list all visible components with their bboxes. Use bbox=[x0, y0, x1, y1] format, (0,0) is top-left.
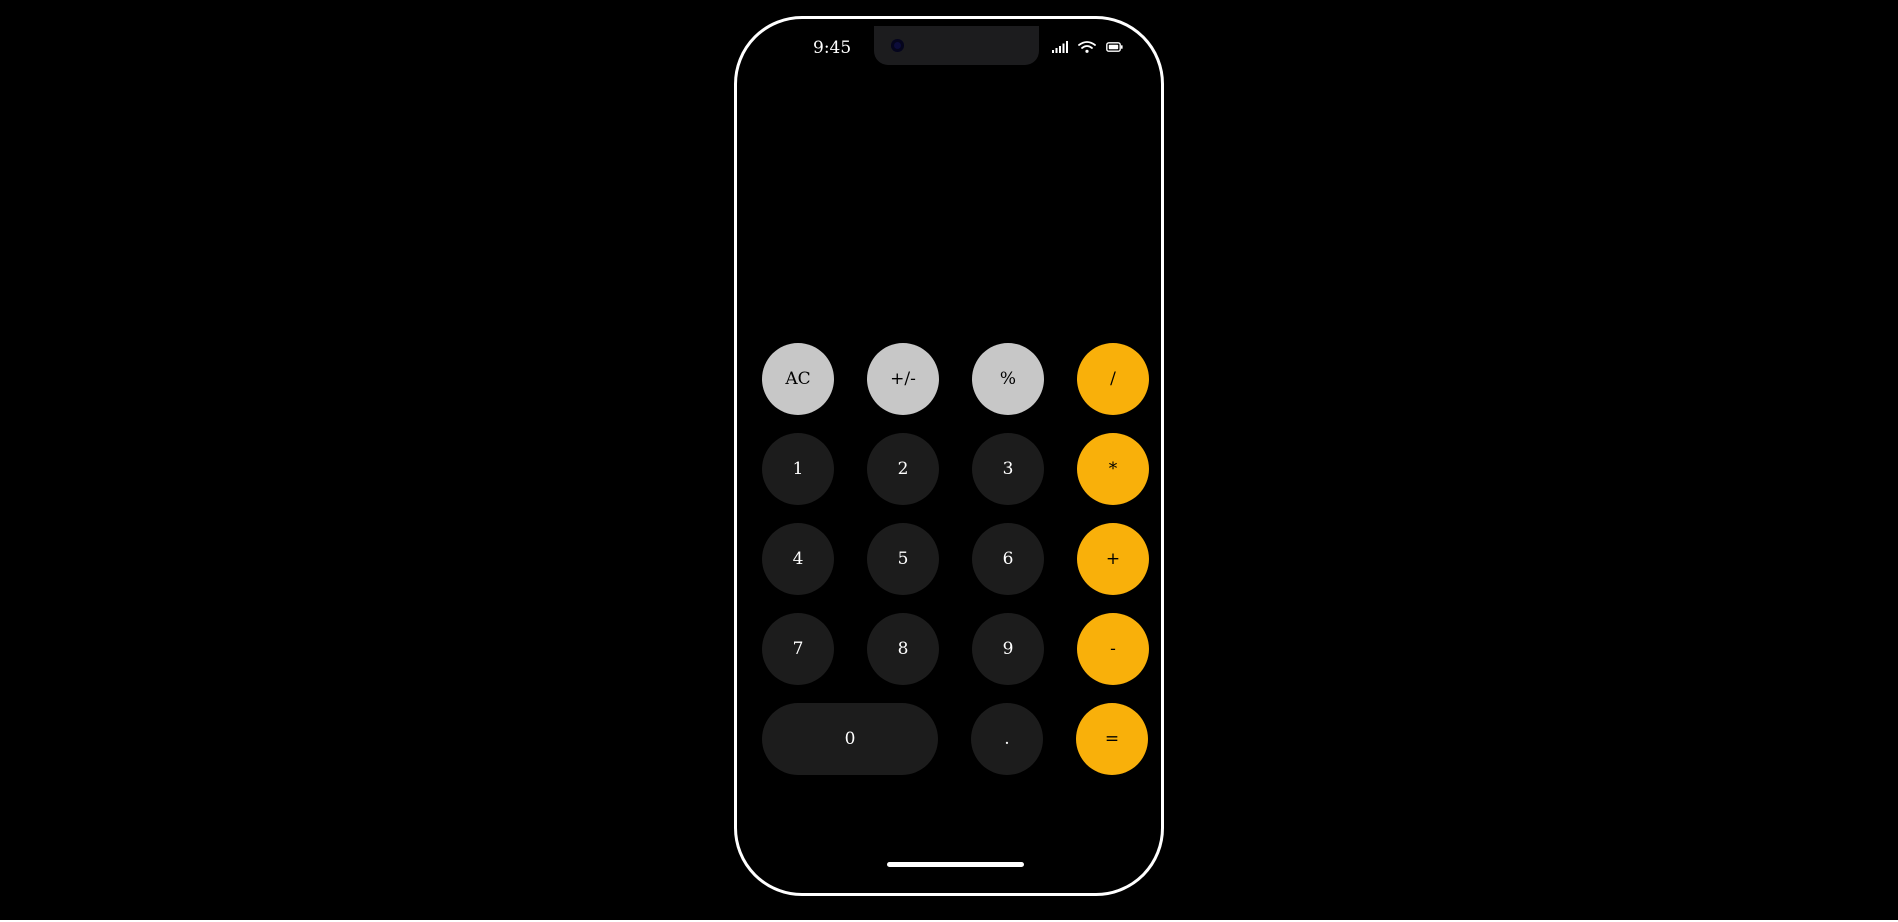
dynamic-island bbox=[874, 26, 1039, 65]
digit-7-button[interactable]: 7 bbox=[762, 613, 834, 685]
percent-button[interactable]: % bbox=[972, 343, 1044, 415]
phone-frame: 9:45 AC +/- % / 1 2 3 * 4 5 6 + 7 8 9 - … bbox=[734, 16, 1164, 896]
all-clear-button[interactable]: AC bbox=[762, 343, 834, 415]
equals-button[interactable]: = bbox=[1076, 703, 1148, 775]
add-button[interactable]: + bbox=[1077, 523, 1149, 595]
digit-9-button[interactable]: 9 bbox=[972, 613, 1044, 685]
digit-3-button[interactable]: 3 bbox=[972, 433, 1044, 505]
wifi-icon bbox=[1078, 41, 1096, 53]
status-time: 9:45 bbox=[813, 38, 852, 58]
digit-1-button[interactable]: 1 bbox=[762, 433, 834, 505]
signal-icon bbox=[1052, 41, 1068, 53]
toggle-sign-button[interactable]: +/- bbox=[867, 343, 939, 415]
page: 9:45 AC +/- % / 1 2 3 * 4 5 6 + 7 8 9 - … bbox=[0, 0, 1898, 922]
digit-2-button[interactable]: 2 bbox=[867, 433, 939, 505]
subtract-button[interactable]: - bbox=[1077, 613, 1149, 685]
digit-8-button[interactable]: 8 bbox=[867, 613, 939, 685]
battery-icon bbox=[1106, 42, 1123, 52]
status-icons bbox=[1052, 41, 1123, 53]
decimal-button[interactable]: . bbox=[971, 703, 1043, 775]
digit-5-button[interactable]: 5 bbox=[867, 523, 939, 595]
multiply-button[interactable]: * bbox=[1077, 433, 1149, 505]
digit-4-button[interactable]: 4 bbox=[762, 523, 834, 595]
home-indicator[interactable] bbox=[887, 862, 1024, 867]
digit-0-button[interactable]: 0 bbox=[762, 703, 938, 775]
camera-icon bbox=[891, 39, 904, 52]
divide-button[interactable]: / bbox=[1077, 343, 1149, 415]
digit-6-button[interactable]: 6 bbox=[972, 523, 1044, 595]
